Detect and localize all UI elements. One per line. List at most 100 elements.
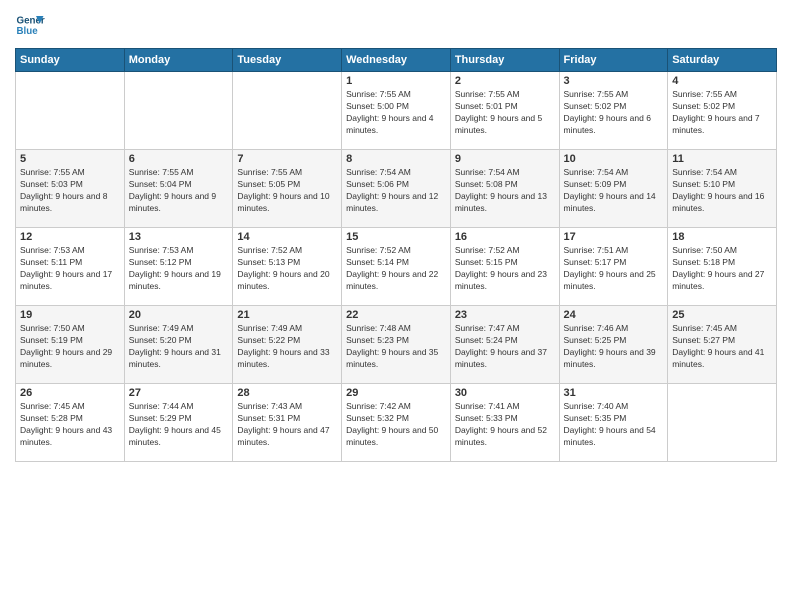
calendar-cell: 22 Sunrise: 7:48 AM Sunset: 5:23 PM Dayli… [342,306,451,384]
calendar-cell: 25 Sunrise: 7:45 AM Sunset: 5:27 PM Dayli… [668,306,777,384]
day-number: 29 [346,387,446,399]
day-info: Sunrise: 7:50 AM Sunset: 5:19 PM Dayligh… [20,323,120,371]
weekday-header-tuesday: Tuesday [233,49,342,72]
day-info: Sunrise: 7:53 AM Sunset: 5:12 PM Dayligh… [129,245,229,293]
day-number: 7 [237,153,337,165]
calendar-cell: 9 Sunrise: 7:54 AM Sunset: 5:08 PM Daylig… [450,150,559,228]
calendar-cell: 14 Sunrise: 7:52 AM Sunset: 5:13 PM Dayli… [233,228,342,306]
calendar-week-2: 5 Sunrise: 7:55 AM Sunset: 5:03 PM Daylig… [16,150,777,228]
day-number: 18 [672,231,772,243]
weekday-header-thursday: Thursday [450,49,559,72]
calendar-week-5: 26 Sunrise: 7:45 AM Sunset: 5:28 PM Dayli… [16,384,777,462]
day-info: Sunrise: 7:53 AM Sunset: 5:11 PM Dayligh… [20,245,120,293]
day-info: Sunrise: 7:52 AM Sunset: 5:15 PM Dayligh… [455,245,555,293]
calendar-cell [233,72,342,150]
day-info: Sunrise: 7:55 AM Sunset: 5:03 PM Dayligh… [20,167,120,215]
day-number: 26 [20,387,120,399]
day-number: 17 [564,231,664,243]
calendar-cell: 3 Sunrise: 7:55 AM Sunset: 5:02 PM Daylig… [559,72,668,150]
day-number: 28 [237,387,337,399]
day-info: Sunrise: 7:48 AM Sunset: 5:23 PM Dayligh… [346,323,446,371]
day-number: 27 [129,387,229,399]
day-number: 10 [564,153,664,165]
calendar-table: SundayMondayTuesdayWednesdayThursdayFrid… [15,48,777,462]
day-number: 4 [672,75,772,87]
calendar-cell: 5 Sunrise: 7:55 AM Sunset: 5:03 PM Daylig… [16,150,125,228]
day-info: Sunrise: 7:45 AM Sunset: 5:28 PM Dayligh… [20,401,120,449]
day-info: Sunrise: 7:44 AM Sunset: 5:29 PM Dayligh… [129,401,229,449]
day-info: Sunrise: 7:55 AM Sunset: 5:04 PM Dayligh… [129,167,229,215]
calendar-cell: 23Sunrise: 7:47 AM Sunset: 5:24 PM Dayli… [450,306,559,384]
calendar-cell: 4Sunrise: 7:55 AM Sunset: 5:02 PM Daylig… [668,72,777,150]
day-info: Sunrise: 7:55 AM Sunset: 5:05 PM Dayligh… [237,167,337,215]
day-number: 20 [129,309,229,321]
day-number: 3 [564,75,664,87]
day-info: Sunrise: 7:50 AM Sunset: 5:18 PM Dayligh… [672,245,772,293]
svg-text:Blue: Blue [17,26,39,37]
weekday-header-wednesday: Wednesday [342,49,451,72]
day-number: 1 [346,75,446,87]
calendar-cell: 11 Sunrise: 7:54 AM Sunset: 5:10 PM Dayli… [668,150,777,228]
day-info: Sunrise: 7:45 AM Sunset: 5:27 PM Dayligh… [672,323,772,371]
day-info: Sunrise: 7:51 AM Sunset: 5:17 PM Dayligh… [564,245,664,293]
calendar-cell: 7 Sunrise: 7:55 AM Sunset: 5:05 PM Daylig… [233,150,342,228]
day-number: 21 [237,309,337,321]
calendar-cell: 30 Sunrise: 7:41 AM Sunset: 5:33 PM Dayli… [450,384,559,462]
day-number: 30 [455,387,555,399]
logo-icon: General Blue [15,10,45,40]
calendar-cell: 10Sunrise: 7:54 AM Sunset: 5:09 PM Dayli… [559,150,668,228]
calendar-cell: 18 Sunrise: 7:50 AM Sunset: 5:18 PM Dayli… [668,228,777,306]
calendar-cell: 13 Sunrise: 7:53 AM Sunset: 5:12 PM Dayli… [124,228,233,306]
calendar-cell: 1 Sunrise: 7:55 AM Sunset: 5:00 PM Daylig… [342,72,451,150]
calendar-cell: 8 Sunrise: 7:54 AM Sunset: 5:06 PM Daylig… [342,150,451,228]
day-info: Sunrise: 7:54 AM Sunset: 5:06 PM Dayligh… [346,167,446,215]
day-number: 15 [346,231,446,243]
day-number: 13 [129,231,229,243]
day-info: Sunrise: 7:52 AM Sunset: 5:13 PM Dayligh… [237,245,337,293]
day-number: 25 [672,309,772,321]
calendar-cell: 12 Sunrise: 7:53 AM Sunset: 5:11 PM Dayli… [16,228,125,306]
calendar-cell: 2 Sunrise: 7:55 AM Sunset: 5:01 PM Daylig… [450,72,559,150]
weekday-header-monday: Monday [124,49,233,72]
day-number: 8 [346,153,446,165]
day-number: 2 [455,75,555,87]
weekday-header-row: SundayMondayTuesdayWednesdayThursdayFrid… [16,49,777,72]
calendar-cell: 20 Sunrise: 7:49 AM Sunset: 5:20 PM Dayli… [124,306,233,384]
day-info: Sunrise: 7:41 AM Sunset: 5:33 PM Dayligh… [455,401,555,449]
day-info: Sunrise: 7:49 AM Sunset: 5:20 PM Dayligh… [129,323,229,371]
calendar-cell: 28 Sunrise: 7:43 AM Sunset: 5:31 PM Dayli… [233,384,342,462]
calendar-cell: 31Sunrise: 7:40 AM Sunset: 5:35 PM Dayli… [559,384,668,462]
calendar-cell: 27 Sunrise: 7:44 AM Sunset: 5:29 PM Dayli… [124,384,233,462]
day-number: 22 [346,309,446,321]
day-number: 12 [20,231,120,243]
day-info: Sunrise: 7:42 AM Sunset: 5:32 PM Dayligh… [346,401,446,449]
weekday-header-sunday: Sunday [16,49,125,72]
day-info: Sunrise: 7:55 AM Sunset: 5:00 PM Dayligh… [346,89,446,137]
calendar-cell: 19 Sunrise: 7:50 AM Sunset: 5:19 PM Dayli… [16,306,125,384]
day-info: Sunrise: 7:47 AM Sunset: 5:24 PM Dayligh… [455,323,555,371]
day-number: 16 [455,231,555,243]
logo: General Blue [15,10,49,40]
calendar-cell: 15Sunrise: 7:52 AM Sunset: 5:14 PM Dayli… [342,228,451,306]
page-header: General Blue [15,10,777,40]
day-info: Sunrise: 7:54 AM Sunset: 5:08 PM Dayligh… [455,167,555,215]
day-number: 5 [20,153,120,165]
calendar-week-3: 12 Sunrise: 7:53 AM Sunset: 5:11 PM Dayli… [16,228,777,306]
day-info: Sunrise: 7:55 AM Sunset: 5:01 PM Dayligh… [455,89,555,137]
calendar-cell [16,72,125,150]
day-number: 9 [455,153,555,165]
day-info: Sunrise: 7:55 AM Sunset: 5:02 PM Dayligh… [564,89,664,137]
day-number: 11 [672,153,772,165]
calendar-cell: 16 Sunrise: 7:52 AM Sunset: 5:15 PM Dayli… [450,228,559,306]
day-info: Sunrise: 7:46 AM Sunset: 5:25 PM Dayligh… [564,323,664,371]
day-number: 19 [20,309,120,321]
calendar-week-1: 1 Sunrise: 7:55 AM Sunset: 5:00 PM Daylig… [16,72,777,150]
day-number: 14 [237,231,337,243]
day-number: 6 [129,153,229,165]
day-info: Sunrise: 7:40 AM Sunset: 5:35 PM Dayligh… [564,401,664,449]
calendar-cell: 21Sunrise: 7:49 AM Sunset: 5:22 PM Dayli… [233,306,342,384]
calendar-cell [668,384,777,462]
day-info: Sunrise: 7:43 AM Sunset: 5:31 PM Dayligh… [237,401,337,449]
calendar-week-4: 19 Sunrise: 7:50 AM Sunset: 5:19 PM Dayli… [16,306,777,384]
day-info: Sunrise: 7:54 AM Sunset: 5:10 PM Dayligh… [672,167,772,215]
